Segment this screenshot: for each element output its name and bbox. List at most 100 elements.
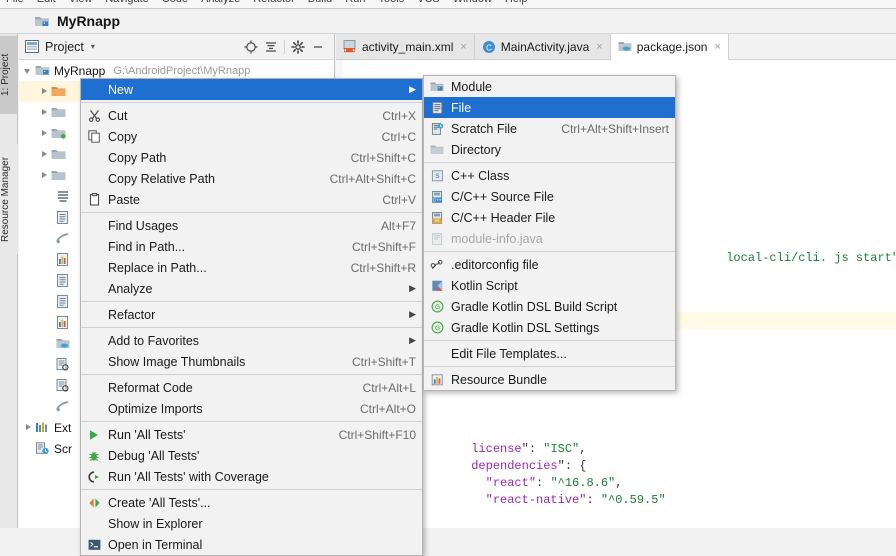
collapse-all-icon[interactable] xyxy=(261,37,281,57)
sidebar-item-project[interactable]: 1: Project xyxy=(0,36,18,114)
submenu-item-cpp-class[interactable]: S C++ Class xyxy=(424,165,675,186)
submenu-item-gradle-kotlin-dsl-settings[interactable]: G Gradle Kotlin DSL Settings xyxy=(424,317,675,338)
context-menu-item-copy-path[interactable]: Copy Path Ctrl+Shift+C xyxy=(81,147,422,168)
context-menu-label: Create 'All Tests'... xyxy=(108,495,211,510)
menu-divider xyxy=(81,327,422,328)
submenu-item-cpp-header-file[interactable]: H C/C++ Header File xyxy=(424,207,675,228)
tab-activity-main-xml[interactable]: activity_main.xml × xyxy=(336,34,475,59)
close-icon[interactable]: × xyxy=(714,41,720,53)
chevron-right-icon[interactable] xyxy=(39,86,50,97)
menu-item-run[interactable]: Run xyxy=(345,0,365,5)
locate-icon[interactable] xyxy=(241,37,261,57)
sidebar-item-resource-manager[interactable]: Resource Manager xyxy=(0,144,18,254)
chevron-down-icon[interactable]: ▾ xyxy=(91,42,95,51)
folder-orange-icon xyxy=(51,85,66,99)
code-token-key: "react-native" xyxy=(471,493,587,507)
context-menu-item-run-all-tests[interactable]: Run 'All Tests' Ctrl+Shift+F10 xyxy=(81,424,422,445)
menu-item-file[interactable]: File xyxy=(6,0,24,5)
close-icon[interactable]: × xyxy=(596,41,602,53)
context-menu-label: Copy xyxy=(108,129,138,144)
context-menu-item-cut[interactable]: Cut Ctrl+X xyxy=(81,105,422,126)
blank-icon xyxy=(86,517,102,531)
context-menu-item-create-all-tests[interactable]: Create 'All Tests'... xyxy=(81,492,422,513)
submenu-item-file[interactable]: File xyxy=(424,97,675,118)
context-menu-item-reformat-code[interactable]: Reformat Code Ctrl+Alt+L xyxy=(81,377,422,398)
context-menu-label: Optimize Imports xyxy=(108,401,203,416)
submenu-divider xyxy=(424,251,675,252)
menu-item-build[interactable]: Build xyxy=(308,0,332,5)
editor-tab-bar[interactable]: activity_main.xml × C MainActivity.java … xyxy=(336,34,896,60)
context-menu-item-show-image-thumbnails[interactable]: Show Image Thumbnails Ctrl+Shift+T xyxy=(81,351,422,372)
gear-icon[interactable] xyxy=(288,37,308,57)
context-menu[interactable]: New ▶ Cut Ctrl+X Copy Ctrl+C Copy Path C… xyxy=(80,78,423,556)
submenu-item-cpp-source-file[interactable]: C++ C/C++ Source File xyxy=(424,186,675,207)
submenu-label: Gradle Kotlin DSL Build Script xyxy=(451,299,618,314)
menu-item-code[interactable]: Code xyxy=(162,0,188,5)
close-icon[interactable]: × xyxy=(460,41,466,53)
new-submenu[interactable]: Module File Scratch File Ctrl+Alt+Shift+… xyxy=(423,75,676,391)
submenu-item-edit-file-templates[interactable]: Edit File Templates... xyxy=(424,343,675,364)
context-menu-label: Copy Path xyxy=(108,150,167,165)
submenu-item-module[interactable]: Module xyxy=(424,76,675,97)
module-icon xyxy=(35,64,50,78)
submenu-label: module-info.java xyxy=(451,231,543,246)
context-menu-item-copy-relative-path[interactable]: Copy Relative Path Ctrl+Alt+Shift+C xyxy=(81,168,422,189)
submenu-item-kotlin-script[interactable]: Kotlin Script xyxy=(424,275,675,296)
menu-item-vcs[interactable]: VCS xyxy=(417,0,440,5)
menu-item-navigate[interactable]: Navigate xyxy=(105,0,148,5)
svg-text:S: S xyxy=(435,173,440,180)
context-menu-item-copy[interactable]: Copy Ctrl+C xyxy=(81,126,422,147)
project-view-icon xyxy=(25,40,39,53)
context-menu-item-refactor[interactable]: Refactor ▶ xyxy=(81,304,422,325)
chevron-right-icon[interactable] xyxy=(39,107,50,118)
menu-item-window[interactable]: Window xyxy=(453,0,492,5)
tab-package-json[interactable]: package.json × xyxy=(610,34,729,60)
java-class-icon: C xyxy=(482,40,496,54)
xml-layout-icon xyxy=(343,39,357,54)
context-menu-item-analyze[interactable]: Analyze ▶ xyxy=(81,278,422,299)
terminal-icon xyxy=(86,538,102,552)
code-line: local-cli/cli. js start" xyxy=(681,233,896,265)
context-menu-item-new[interactable]: New ▶ xyxy=(81,79,422,100)
context-menu-item-replace-in-path[interactable]: Replace in Path... Ctrl+Shift+R xyxy=(81,257,422,278)
chevron-down-icon[interactable] xyxy=(23,65,34,76)
submenu-item-gradle-kotlin-dsl-build-script[interactable]: G Gradle Kotlin DSL Build Script xyxy=(424,296,675,317)
menu-item-refactor[interactable]: Refactor xyxy=(253,0,295,5)
chevron-right-icon[interactable] xyxy=(39,149,50,160)
tab-mainactivity-java[interactable]: C MainActivity.java × xyxy=(474,34,611,59)
chevron-right-icon[interactable] xyxy=(23,422,34,433)
context-menu-label: Show Image Thumbnails xyxy=(108,354,246,369)
submenu-item-scratch-file[interactable]: Scratch File Ctrl+Alt+Shift+Insert xyxy=(424,118,675,139)
menu-item-analyze[interactable]: Analyze xyxy=(201,0,240,5)
context-menu-item-add-to-favorites[interactable]: Add to Favorites ▶ xyxy=(81,330,422,351)
main-menu-bar[interactable]: File Edit View Navigate Code Analyze Ref… xyxy=(0,0,896,9)
code-token-punct: : xyxy=(586,493,601,507)
menu-item-tools[interactable]: Tools xyxy=(378,0,404,5)
chevron-right-icon[interactable] xyxy=(39,128,50,139)
context-menu-item-find-in-path[interactable]: Find in Path... Ctrl+Shift+F xyxy=(81,236,422,257)
menu-item-view[interactable]: View xyxy=(69,0,93,5)
submenu-item-directory[interactable]: Directory xyxy=(424,139,675,160)
chevron-right-icon[interactable] xyxy=(39,170,50,181)
context-menu-label: Reformat Code xyxy=(108,380,193,395)
hide-window-icon[interactable] xyxy=(308,37,328,57)
tree-scratches-label: Scr xyxy=(54,441,72,456)
scratches-icon xyxy=(35,441,50,456)
blank-icon xyxy=(86,172,102,186)
tab-bar-filler xyxy=(728,34,896,59)
context-menu-item-find-usages[interactable]: Find Usages Alt+F7 xyxy=(81,215,422,236)
context-menu-item-run-with-coverage[interactable]: Run 'All Tests' with Coverage xyxy=(81,466,422,487)
menu-item-edit[interactable]: Edit xyxy=(37,0,56,5)
submenu-label: C/C++ Header File xyxy=(451,210,556,225)
context-menu-item-open-in-terminal[interactable]: Open in Terminal xyxy=(81,534,422,555)
submenu-item-editorconfig-file[interactable]: .editorconfig file xyxy=(424,254,675,275)
menu-item-help[interactable]: Help xyxy=(505,0,528,5)
chevron-right-icon: ▶ xyxy=(409,84,416,94)
context-menu-item-debug-all-tests[interactable]: Debug 'All Tests' xyxy=(81,445,422,466)
context-menu-item-optimize-imports[interactable]: Optimize Imports Ctrl+Alt+O xyxy=(81,398,422,419)
submenu-divider xyxy=(424,162,675,163)
context-menu-item-paste[interactable]: Paste Ctrl+V xyxy=(81,189,422,210)
scratch-file-icon xyxy=(429,122,445,136)
submenu-item-resource-bundle[interactable]: Resource Bundle xyxy=(424,369,675,390)
context-menu-item-show-in-explorer[interactable]: Show in Explorer xyxy=(81,513,422,534)
